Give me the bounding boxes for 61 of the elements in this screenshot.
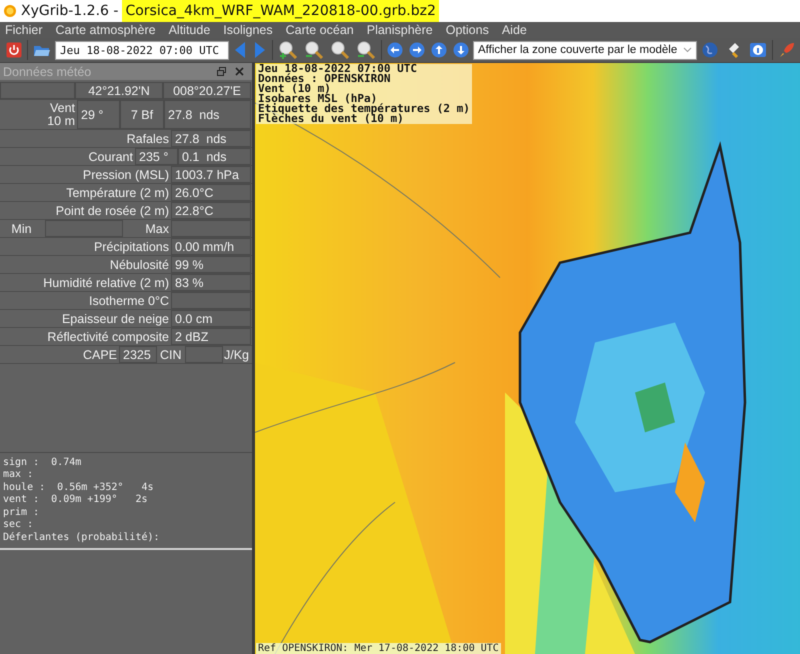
field-value: 0.0 cm bbox=[171, 310, 251, 327]
field-label: Epaisseur de neige bbox=[60, 310, 170, 327]
legend-line: Jeu 18-08-2022 07:00 UTC bbox=[258, 64, 418, 74]
panel-title: Données météo bbox=[3, 64, 92, 78]
detail-line: Déferlantes (probabilité): bbox=[3, 532, 160, 544]
legend-line: Vent (10 m) bbox=[258, 84, 331, 94]
cape-label: CAPE bbox=[82, 346, 118, 363]
menu-item[interactable]: Aide bbox=[502, 23, 527, 37]
map-footer: Ref OPENSKIRON: Mer 17-08-2022 18:00 UTC bbox=[256, 643, 501, 654]
coordinate-value: 42°21.92'N bbox=[75, 82, 163, 99]
field-value: 235 ° bbox=[135, 148, 178, 165]
unit-label: J/Kg bbox=[223, 346, 250, 363]
cin-label: CIN bbox=[159, 346, 183, 363]
field-label: Réflectivité composite bbox=[46, 328, 170, 345]
field-label: Humidité relative (2 m) bbox=[42, 274, 170, 291]
legend-line: Données : OPENSKIRON bbox=[258, 74, 392, 84]
field-value: 27.8 nds bbox=[171, 130, 251, 147]
field-value: 1003.7 hPa bbox=[171, 166, 251, 183]
menu-item[interactable]: Options bbox=[446, 23, 489, 37]
field-label: Température (2 m) bbox=[65, 184, 170, 201]
field-label: Pression (MSL) bbox=[82, 166, 170, 183]
menu-item[interactable]: Isolignes bbox=[223, 23, 273, 37]
zone-dropdown[interactable]: Afficher la zone couverte par le modèle bbox=[473, 40, 698, 60]
field-value: 0.00 mm/h bbox=[171, 238, 251, 255]
field-value: 99 % bbox=[171, 256, 251, 273]
menu-item[interactable]: Carte atmosphère bbox=[56, 23, 156, 37]
detail-line: sign : 0.74m bbox=[3, 456, 82, 469]
field-label: Point de rosée (2 m) bbox=[54, 202, 170, 219]
field-label: Nébulosité bbox=[108, 256, 170, 273]
field-value: 26.0°C bbox=[171, 184, 251, 201]
wind-value: 7 Bf bbox=[120, 100, 164, 129]
field-label: Rafales bbox=[126, 130, 170, 147]
file-name: Corsica_4km_WRF_WAM_220818-00.grb.bz2 bbox=[122, 0, 439, 22]
min-label: Min bbox=[10, 220, 33, 237]
legend-line: Flèches du vent (10 m) bbox=[258, 114, 404, 124]
max-label: Max bbox=[144, 220, 170, 237]
window-title: XyGrib-1.2.6 - bbox=[21, 3, 118, 19]
field-value: 22.8°C bbox=[171, 202, 251, 219]
wind-value: 29 ° bbox=[77, 100, 120, 129]
legend-line: Etiquette des températures (2 m) bbox=[258, 104, 470, 114]
field-value: 83 % bbox=[171, 274, 251, 291]
coordinate-value: 008°20.27'E bbox=[163, 82, 251, 99]
wind-label: Vent 10 m bbox=[46, 100, 76, 129]
menu-item[interactable]: Planisphère bbox=[366, 23, 433, 37]
detail-line: max : bbox=[3, 469, 34, 482]
field-label: Courant bbox=[88, 148, 134, 165]
cape-value: 2325 bbox=[119, 346, 157, 363]
menu-item[interactable]: Carte océan bbox=[286, 23, 354, 37]
field-label: Isotherme 0°C bbox=[88, 292, 170, 309]
menu-item[interactable]: Altitude bbox=[168, 23, 210, 37]
legend-line: Isobares MSL (hPa) bbox=[258, 94, 378, 104]
field-value: 0.1 nds bbox=[178, 148, 251, 165]
field-value: 2 dBZ bbox=[171, 328, 251, 345]
field-label: Précipitations bbox=[92, 238, 170, 255]
detail-line: houle : 0.56m +352° 4s bbox=[3, 482, 154, 494]
menu-item[interactable]: Fichier bbox=[5, 23, 43, 37]
detail-line: prim : bbox=[3, 506, 40, 519]
wind-value: 27.8 nds bbox=[164, 100, 251, 129]
date-dropdown[interactable]: Jeu 18-08-2022 07:00 UTC bbox=[55, 40, 229, 60]
detail-line: vent : 0.09m +199° 2s bbox=[3, 494, 148, 506]
detail-line: sec : bbox=[3, 519, 34, 532]
